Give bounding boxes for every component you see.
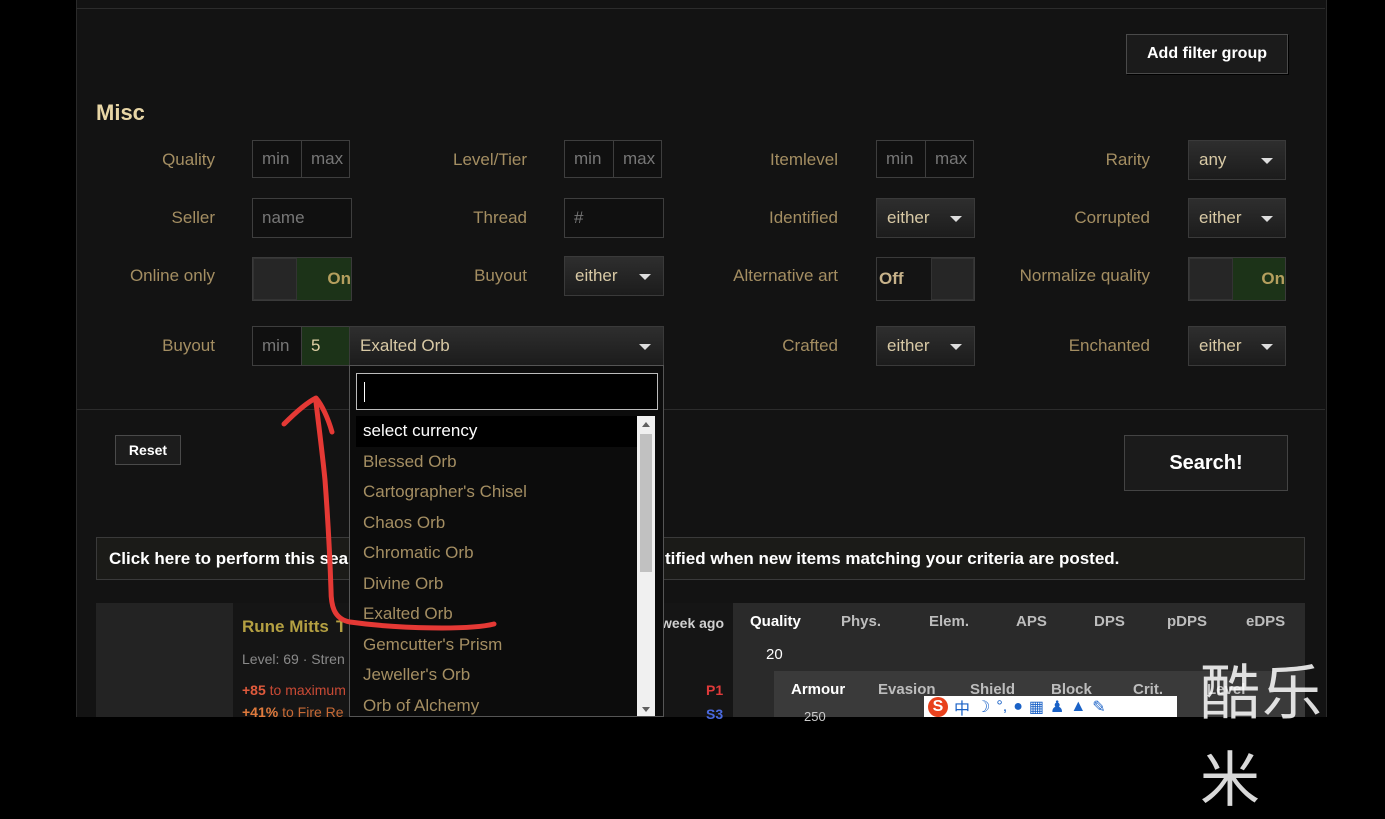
microphone-icon[interactable]: ●: [1013, 698, 1023, 716]
keyboard-icon[interactable]: ▦: [1029, 697, 1044, 717]
shirt-icon[interactable]: ▲: [1070, 698, 1086, 716]
sogou-logo-icon: S: [928, 696, 948, 717]
red-annotation-arrow: [281, 395, 497, 631]
punctuation-icon[interactable]: °,: [996, 698, 1007, 716]
watermark-logo: 酷乐米: [1200, 659, 1324, 816]
ime-language[interactable]: 中: [954, 695, 970, 719]
wrench-icon[interactable]: ✎: [1092, 697, 1105, 717]
moon-icon[interactable]: ☽: [976, 697, 990, 717]
ime-toolbar[interactable]: S 中 ☽ °, ● ▦ ♟ ▲ ✎: [924, 695, 1177, 719]
user-icon[interactable]: ♟: [1050, 697, 1064, 717]
